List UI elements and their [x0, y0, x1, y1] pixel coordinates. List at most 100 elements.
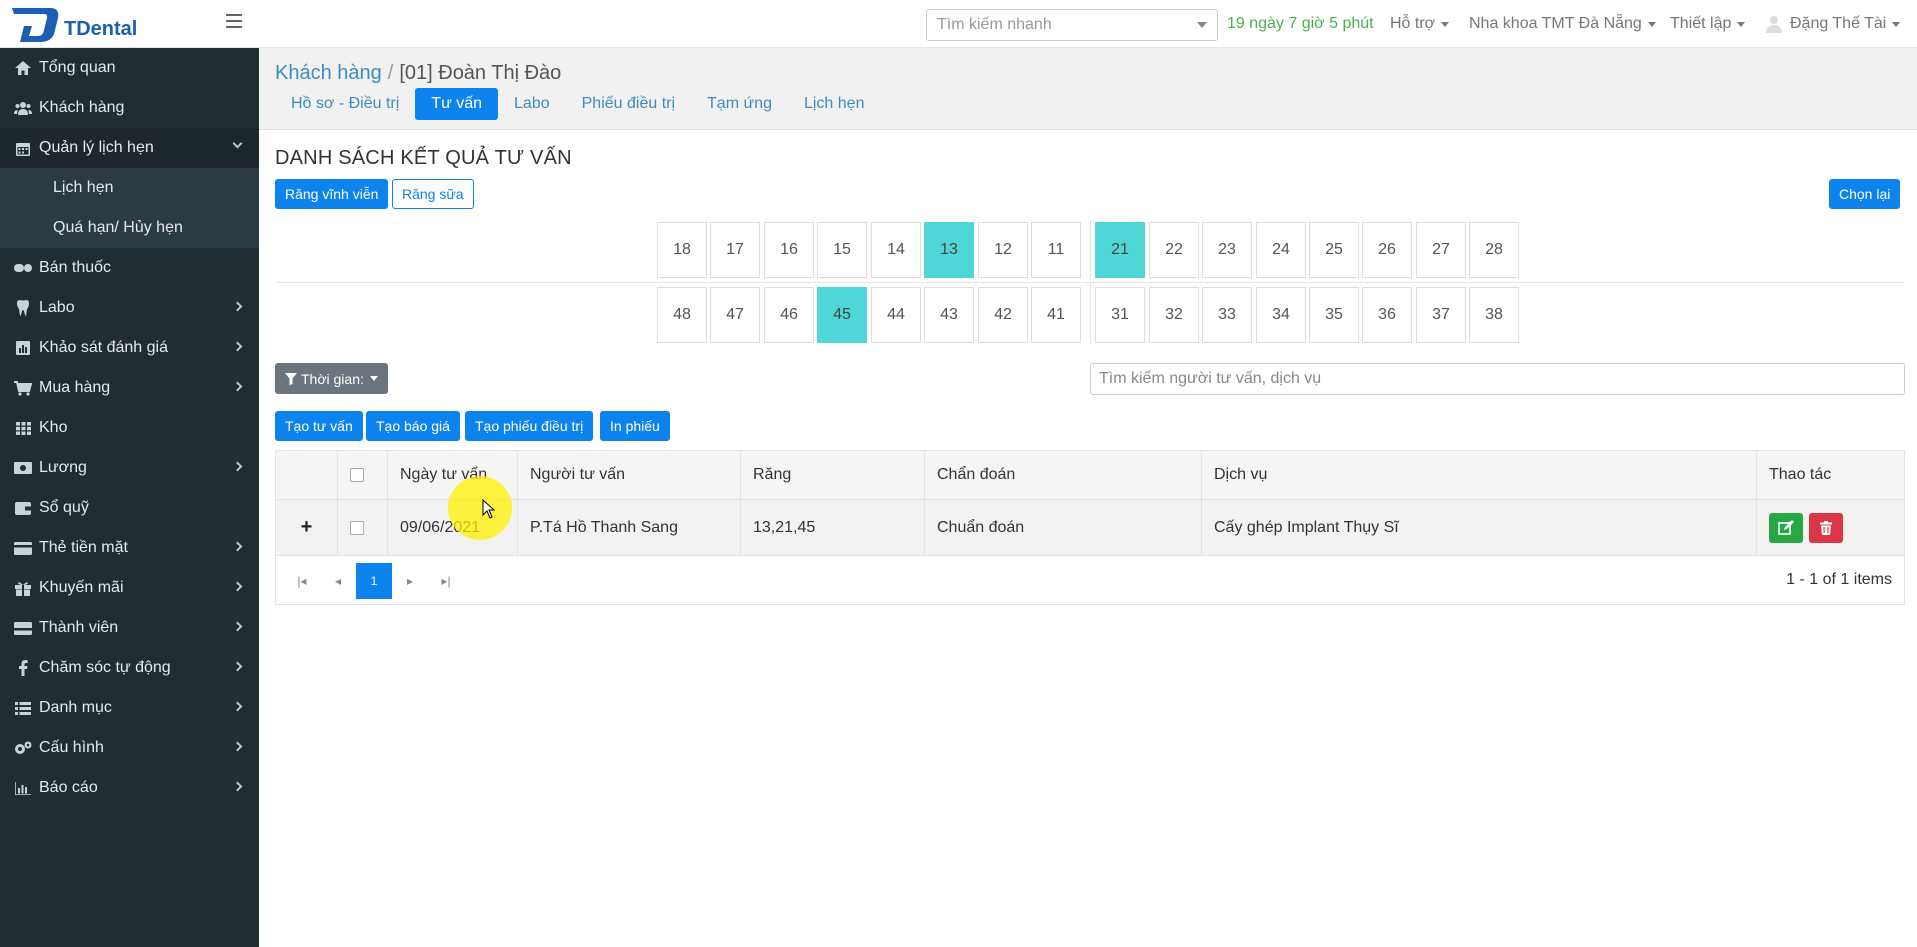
- clinic-menu[interactable]: Nha khoa TMT Đà Nẵng: [1469, 0, 1656, 48]
- sidebar-item-members[interactable]: Thành viên: [0, 608, 259, 648]
- tooth-28[interactable]: 28: [1469, 222, 1519, 278]
- sidebar-item-label: Khuyến mãi: [39, 579, 124, 596]
- select-all-checkbox[interactable]: [350, 468, 364, 482]
- tab-advance[interactable]: Tạm ứng: [691, 88, 788, 120]
- tooth-11[interactable]: 11: [1031, 222, 1081, 278]
- sidebar-item-appointments[interactable]: Quản lý lịch hẹn: [0, 128, 259, 168]
- last-page-icon[interactable]: ▸|: [428, 563, 464, 599]
- sidebar-item-auto-care[interactable]: Chăm sóc tự động: [0, 648, 259, 688]
- chevron-right-icon: [232, 701, 243, 712]
- sidebar-item-sell-medicine[interactable]: Bán thuốc: [0, 248, 259, 288]
- tab-profile-treatment[interactable]: Hồ sơ - Điều trị: [275, 88, 415, 120]
- content-header: Khách hàng / [01] Đoàn Thị Đào Hồ sơ - Đ…: [259, 48, 1917, 130]
- sidebar-subitem-appointments[interactable]: Lịch hẹn: [0, 168, 259, 208]
- permanent-teeth-button[interactable]: Răng vĩnh viễn: [275, 179, 389, 209]
- tab-appointments[interactable]: Lịch hẹn: [788, 88, 881, 120]
- reset-selection-button[interactable]: Chọn lại: [1829, 179, 1901, 209]
- row-checkbox[interactable]: [350, 520, 364, 535]
- top-bar: TDental Tìm kiếm nhanh 19 ngày 7 giờ 5 p…: [0, 0, 1917, 48]
- create-consultation-button[interactable]: Tạo tư vấn: [275, 411, 363, 441]
- column-header-consultant[interactable]: Người tư vấn: [517, 451, 740, 499]
- create-treatment-slip-button[interactable]: Tạo phiếu điều trị: [465, 411, 594, 441]
- sidebar-item-config[interactable]: Cấu hình: [0, 728, 259, 768]
- expand-row-button[interactable]: +: [276, 500, 337, 555]
- first-page-icon[interactable]: |◂: [284, 563, 320, 599]
- hamburger-menu-icon[interactable]: [226, 14, 242, 28]
- create-quote-button[interactable]: Tạo báo giá: [366, 411, 460, 441]
- print-button[interactable]: In phiếu: [600, 411, 670, 441]
- sidebar-item-catalog[interactable]: Danh mục: [0, 688, 259, 728]
- sidebar-item-warehouse[interactable]: Kho: [0, 408, 259, 448]
- sidebar-item-cashbook[interactable]: Sổ quỹ: [0, 488, 259, 528]
- tab-labo[interactable]: Labo: [498, 88, 566, 120]
- tooth-41[interactable]: 41: [1031, 287, 1081, 343]
- quick-search-placeholder: Tìm kiếm nhanh: [937, 16, 1052, 33]
- sidebar-item-promotion[interactable]: Khuyến mãi: [0, 568, 259, 608]
- tooth-23[interactable]: 23: [1202, 222, 1252, 278]
- consultation-table: Ngày tư vấn Người tư vấn Răng Chẩn đoán …: [275, 450, 1905, 605]
- tooth-35[interactable]: 35: [1309, 287, 1359, 343]
- breadcrumb-customers-link[interactable]: Khách hàng: [275, 62, 382, 85]
- support-menu[interactable]: Hỗ trợ: [1390, 0, 1450, 48]
- tooth-42[interactable]: 42: [978, 287, 1028, 343]
- tooth-26[interactable]: 26: [1362, 222, 1412, 278]
- sidebar-item-reports[interactable]: Báo cáo: [0, 768, 259, 808]
- tooth-18[interactable]: 18: [657, 222, 707, 278]
- tab-consultation[interactable]: Tư vấn: [415, 88, 499, 120]
- tooth-31[interactable]: 31: [1095, 287, 1145, 343]
- tooth-24[interactable]: 24: [1256, 222, 1306, 278]
- tooth-32[interactable]: 32: [1149, 287, 1199, 343]
- tooth-45[interactable]: 45: [817, 287, 867, 343]
- tooth-12[interactable]: 12: [978, 222, 1028, 278]
- user-menu[interactable]: Đặng Thế Tài: [1766, 0, 1901, 48]
- tooth-16[interactable]: 16: [764, 222, 814, 278]
- tdental-logo-icon: [10, 4, 62, 44]
- page-number-button[interactable]: 1: [356, 563, 392, 599]
- tooth-27[interactable]: 27: [1416, 222, 1466, 278]
- consultation-search-input[interactable]: Tìm kiếm người tư vấn, dịch vụ: [1090, 363, 1905, 395]
- facebook-icon: [13, 660, 33, 676]
- sidebar-item-labo[interactable]: Labo: [0, 288, 259, 328]
- sidebar-item-label: Thẻ tiền mặt: [39, 539, 128, 556]
- tooth-37[interactable]: 37: [1416, 287, 1466, 343]
- column-header-teeth[interactable]: Răng: [740, 451, 924, 499]
- tooth-38[interactable]: 38: [1469, 287, 1519, 343]
- sidebar-item-purchase[interactable]: Mua hàng: [0, 368, 259, 408]
- tooth-15[interactable]: 15: [817, 222, 867, 278]
- tab-treatment-slip[interactable]: Phiếu điều trị: [566, 88, 691, 120]
- sidebar-item-cash-card[interactable]: Thẻ tiền mặt: [0, 528, 259, 568]
- tooth-17[interactable]: 17: [710, 222, 760, 278]
- tooth-36[interactable]: 36: [1362, 287, 1412, 343]
- column-header-diagnosis[interactable]: Chẩn đoán: [924, 451, 1201, 499]
- sidebar-item-salary[interactable]: Lương: [0, 448, 259, 488]
- sidebar-item-overview[interactable]: Tổng quan: [0, 48, 259, 88]
- tooth-14[interactable]: 14: [871, 222, 921, 278]
- time-filter-button[interactable]: Thời gian:: [275, 363, 388, 394]
- column-header-service[interactable]: Dịch vụ: [1201, 451, 1756, 499]
- tooth-33[interactable]: 33: [1202, 287, 1252, 343]
- tooth-48[interactable]: 48: [657, 287, 707, 343]
- tooth-43[interactable]: 43: [924, 287, 974, 343]
- milk-teeth-button[interactable]: Răng sữa: [392, 179, 474, 209]
- tooth-25[interactable]: 25: [1309, 222, 1359, 278]
- tooth-34[interactable]: 34: [1256, 287, 1306, 343]
- tooth-13[interactable]: 13: [924, 222, 974, 278]
- sidebar-item-survey[interactable]: Khảo sát đánh giá: [0, 328, 259, 368]
- sidebar-item-customers[interactable]: Khách hàng: [0, 88, 259, 128]
- tooth-44[interactable]: 44: [871, 287, 921, 343]
- next-page-icon[interactable]: ▸: [392, 563, 428, 599]
- delete-button[interactable]: [1809, 512, 1843, 543]
- tooth-47[interactable]: 47: [710, 287, 760, 343]
- caret-down-icon: [369, 376, 378, 381]
- edit-button[interactable]: [1769, 512, 1803, 543]
- tooth-21[interactable]: 21: [1095, 222, 1145, 278]
- quick-search-select[interactable]: Tìm kiếm nhanh: [926, 9, 1218, 41]
- settings-menu[interactable]: Thiết lập: [1670, 0, 1746, 48]
- sidebar: Tổng quan Khách hàng Quản lý lịch hẹn Lị…: [0, 48, 259, 947]
- tooth-22[interactable]: 22: [1149, 222, 1199, 278]
- column-header-actions: Thao tác: [1756, 451, 1866, 499]
- sidebar-subitem-overdue[interactable]: Quá hạn/ Hủy hẹn: [0, 208, 259, 248]
- logo[interactable]: TDental: [10, 4, 137, 44]
- tooth-46[interactable]: 46: [764, 287, 814, 343]
- prev-page-icon[interactable]: ◂: [320, 563, 356, 599]
